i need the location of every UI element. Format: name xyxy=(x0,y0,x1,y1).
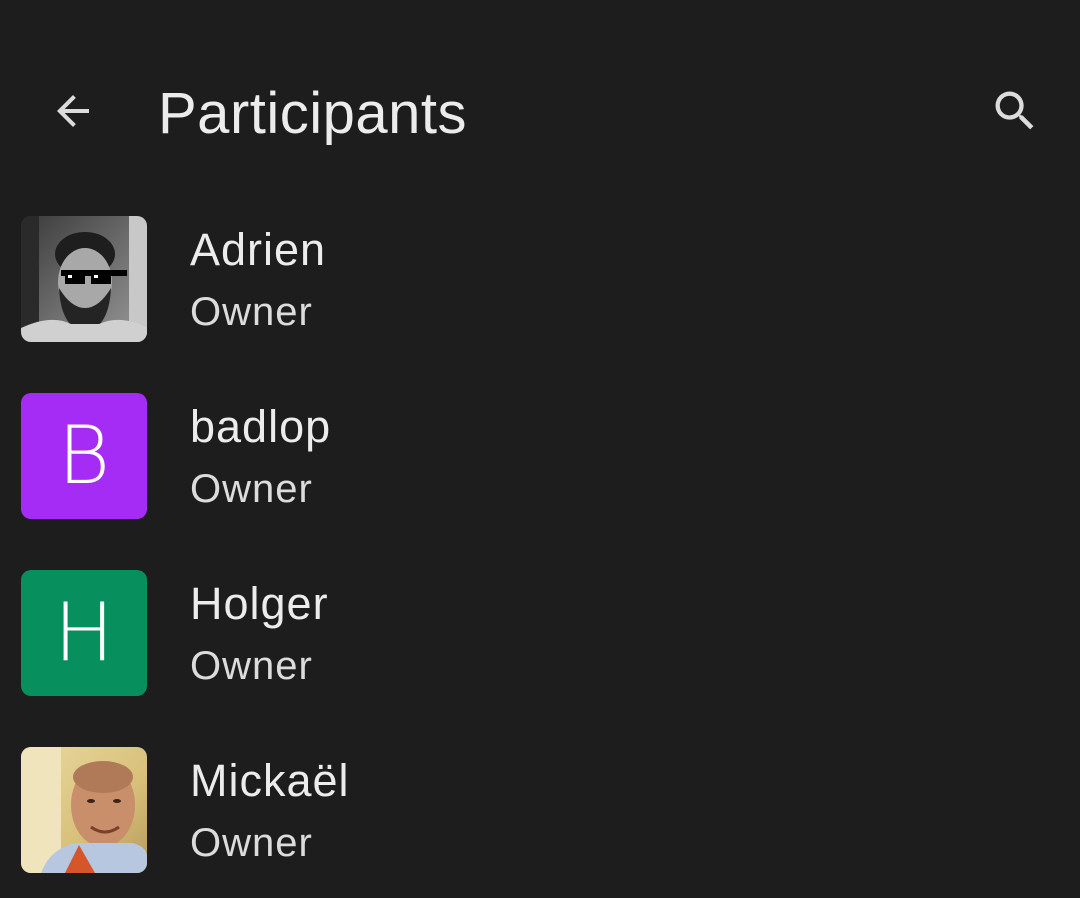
participant-name: Holger xyxy=(190,578,329,629)
participant-row[interactable]: Adrien Owner xyxy=(0,200,1080,377)
arrow-left-icon xyxy=(49,87,97,135)
participant-role: Owner xyxy=(190,644,313,688)
participant-name: Adrien xyxy=(190,224,327,275)
search-icon xyxy=(989,85,1041,137)
app-bar: Participants xyxy=(0,58,1080,170)
avatar-letter: H xyxy=(53,586,115,679)
back-button[interactable] xyxy=(40,78,106,144)
participant-row[interactable]: B badlop Owner xyxy=(0,377,1080,554)
search-button[interactable] xyxy=(982,78,1048,144)
participant-role: Owner xyxy=(190,467,313,511)
avatar-letter: B xyxy=(57,409,111,502)
participant-row[interactable]: Mickaël Owner xyxy=(0,731,1080,898)
participant-list: Adrien Owner B badlop Owner H Holger Own… xyxy=(0,200,1080,898)
avatar: B xyxy=(21,393,147,519)
participant-role: Owner xyxy=(190,290,313,334)
participants-screen: Participants Adrien Owner B badlop Owner… xyxy=(0,0,1080,898)
avatar xyxy=(21,747,147,873)
participant-name: Mickaël xyxy=(190,755,350,806)
participant-role: Owner xyxy=(190,821,313,865)
avatar xyxy=(21,216,147,342)
avatar: H xyxy=(21,570,147,696)
participant-name: badlop xyxy=(190,401,332,452)
page-title: Participants xyxy=(158,81,468,146)
participant-row[interactable]: H Holger Owner xyxy=(0,554,1080,731)
